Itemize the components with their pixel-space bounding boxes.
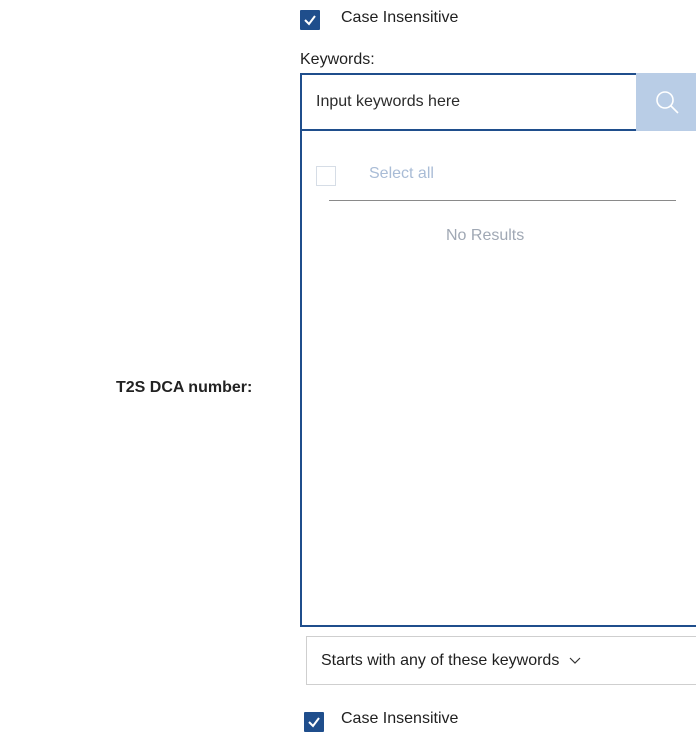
case-insensitive-checkbox-bottom[interactable] [304, 712, 324, 732]
case-insensitive-label-top: Case Insensitive [341, 9, 459, 26]
keywords-input[interactable] [300, 73, 636, 131]
select-all-checkbox[interactable] [316, 166, 336, 186]
checkmark-icon [304, 15, 316, 26]
no-results-text: No Results [446, 227, 525, 244]
field-label: T2S DCA number: [116, 379, 253, 396]
search-icon [656, 91, 679, 114]
match-mode-dropdown[interactable]: Starts with any of these keywords [306, 636, 696, 685]
checkmark-icon [308, 717, 320, 728]
chevron-down-icon [569, 657, 581, 664]
case-insensitive-checkbox-top[interactable] [300, 10, 320, 30]
select-all-label: Select all [369, 165, 434, 182]
search-button[interactable] [636, 73, 696, 131]
match-mode-selected: Starts with any of these keywords [321, 651, 560, 669]
results-divider [329, 200, 676, 201]
results-panel [300, 131, 696, 627]
case-insensitive-label-bottom: Case Insensitive [341, 710, 459, 727]
keywords-label: Keywords: [300, 51, 375, 68]
